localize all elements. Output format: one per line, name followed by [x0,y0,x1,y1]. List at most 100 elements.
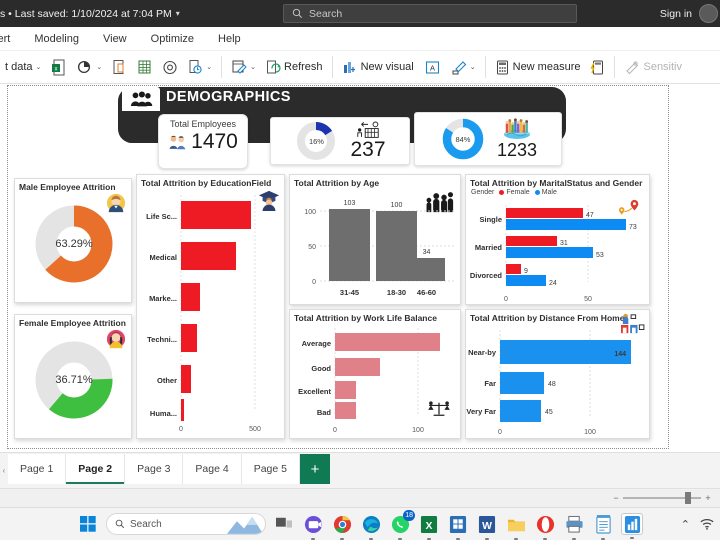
more-visuals-button[interactable]: ⌄ [446,59,481,76]
report-canvas[interactable]: DEMOGRAPHICS Total Employees 1470 16% 23… [7,85,669,449]
powerbi-datasets-button[interactable]: ⌄ [72,59,107,76]
female-attrition-donut: 36.71% [33,339,115,421]
tray-chevron-up-icon[interactable]: ⌃ [681,518,690,531]
explorer-app[interactable] [505,513,527,535]
age-bar-chart: 103 100 34 100 50 0 31-45 18-30 46-60 [304,200,455,297]
opera-app[interactable] [534,513,556,535]
notepad-app[interactable] [592,513,614,535]
get-data-button[interactable]: t data ⌄ [0,61,46,73]
status-bar: − + [0,488,720,507]
legend-item-female[interactable]: Female [499,189,530,196]
page-tab-4[interactable]: Page 4 [183,454,242,484]
visual-attrition-by-maritalstatus-and-gender[interactable]: Total Attrition by MaritalStatus and Gen… [465,174,650,305]
xtick-1: 100 [412,427,424,434]
paint-edit-icon [452,60,467,74]
enter-data-button[interactable] [132,59,157,76]
new-visual-button[interactable]: New visual [337,59,419,76]
page-tab-2[interactable]: Page 2 [66,454,126,484]
zoom-slider[interactable]: − + [612,492,712,504]
cat-label-0: Life Sc... [146,212,177,221]
menu-item-help[interactable]: Help [206,33,253,45]
chrome-app[interactable] [331,513,353,535]
distance-bar-chart: 144 48 45 Near-by Far Very Far 0 100 [466,330,631,436]
page-tab-3[interactable]: Page 3 [125,454,184,484]
store-app[interactable] [447,513,469,535]
text-box-icon: A [425,60,439,74]
recent-sources-button[interactable]: ⌄ [183,59,217,76]
text-box-button[interactable]: A [419,59,446,76]
visual-attrition-by-educationfield[interactable]: Total Attrition by EducationField Life S… [136,174,285,439]
employees-icon [168,134,188,151]
ribbon-toolbar: t data ⌄ x ⌄ ⌄ ⌄ Refresh New visual A ⌄ [0,51,720,84]
start-button[interactable] [77,513,99,535]
page-tab-1[interactable]: Page 1 [8,454,67,484]
zoom-out-button[interactable]: − [612,493,620,503]
excel-app[interactable]: X [418,513,440,535]
kpi-card-attrition-count[interactable]: 16% 237 [270,117,410,165]
printer-app[interactable] [563,513,585,535]
dataverse-button[interactable] [157,59,183,76]
gender-legend[interactable]: Gender Female Male [466,188,649,196]
visual-title: Total Attrition by Age [294,178,380,188]
new-measure-button[interactable]: New measure [490,59,586,76]
excel-workbook-button[interactable]: x [46,59,72,76]
menu-item-optimize[interactable]: Optimize [139,33,206,45]
quick-measure-button[interactable] [585,59,610,76]
visual-attrition-by-distance-from-home[interactable]: Total Attrition by Distance From Home 14… [465,309,650,439]
cat-label-5: Huma... [150,409,177,418]
zoom-track[interactable] [623,492,701,504]
worklifebalance-bar-chart: Average Good Excellent Bad 0 100 [298,328,440,434]
legend-swatch-female [499,190,505,195]
bar-label-2: 34 [423,249,431,256]
people-group-icon [122,87,160,111]
dataset-icon [78,60,91,73]
taskbar-search-input[interactable]: Search [106,513,266,535]
sql-server-button[interactable] [107,59,132,76]
taskview-button[interactable] [273,513,295,535]
zoom-thumb[interactable] [685,492,691,504]
menu-item-modeling[interactable]: Modeling [22,33,91,45]
kpi-card-total-employees[interactable]: Total Employees 1470 [158,114,248,169]
visual-female-employee-attrition[interactable]: Female Employee Attrition 36.71% [14,314,132,439]
app-search-box[interactable]: Search [283,4,577,23]
get-data-label: t data [5,61,33,73]
xtick-0: 0 [504,296,508,303]
teams-app[interactable] [302,513,324,535]
page-scroll-left-icon[interactable]: ‹ [0,453,8,488]
wifi-icon[interactable] [700,518,714,530]
xtick-0: 0 [179,426,183,433]
zoom-in-button[interactable]: + [704,493,712,503]
kpi-value-active-count: 1233 [496,139,538,160]
kpi-card-active-count[interactable]: 84% 1233 [414,112,562,166]
active-donut: 84% [439,115,487,163]
transform-data-button[interactable]: ⌄ [226,59,261,76]
whatsapp-app[interactable]: 18 [389,510,415,535]
attrition-donut-percent: 16% [308,136,324,146]
recent-clock-icon [189,59,202,74]
visual-attrition-by-work-life-balance[interactable]: Total Attrition by Work Life Balance Ave… [289,309,461,439]
word-app[interactable]: W [476,513,498,535]
legend-swatch-male [534,190,540,195]
refresh-label: Refresh [284,61,323,73]
male-attrition-percent: 63.29% [55,238,93,250]
refresh-button[interactable]: Refresh [261,59,328,76]
avatar[interactable] [699,4,718,23]
visual-attrition-by-age[interactable]: Total Attrition by Age 103 100 34 100 50… [289,174,461,305]
cat-label-2: 46-60 [417,288,436,297]
legend-item-male[interactable]: Male [534,189,557,196]
attrition-donut: 16% [294,119,338,163]
page-tab-5[interactable]: Page 5 [241,454,300,484]
sensitivity-button[interactable]: Sensitiv [619,59,687,76]
app-search-placeholder: Search [309,7,343,20]
cat-label-4: Other [157,376,177,385]
menu-item-insert[interactable]: sert [0,33,22,45]
menu-item-view[interactable]: View [91,33,139,45]
edge-app[interactable] [360,513,382,535]
sign-in-button[interactable]: Sign in [660,8,692,20]
bar-label-divorced-female: 9 [524,268,528,275]
powerbi-app[interactable] [621,513,643,535]
visual-male-employee-attrition[interactable]: Male Employee Attrition 63.29% [14,178,132,303]
sensitivity-icon [626,60,639,74]
chevron-down-icon[interactable]: ▾ [176,9,180,18]
add-page-button[interactable]: + [299,454,330,484]
